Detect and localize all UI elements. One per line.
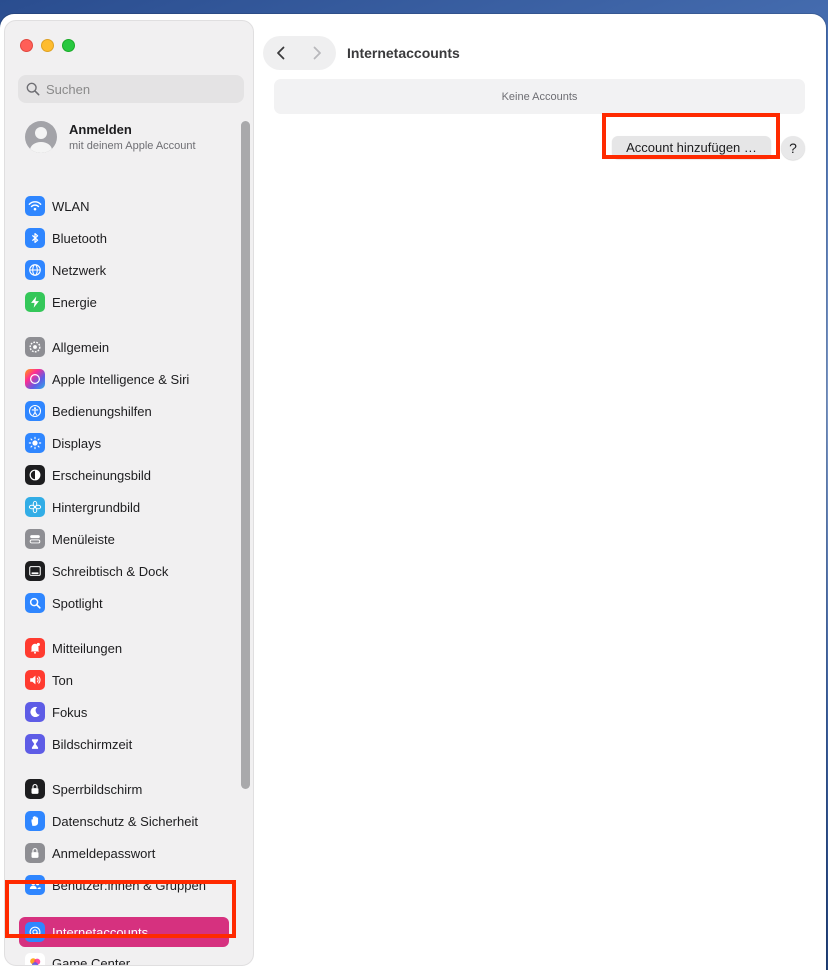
sun-icon xyxy=(25,433,45,453)
sidebar-item-bedienungshilfen[interactable]: Bedienungshilfen xyxy=(19,398,229,424)
chevron-right-icon xyxy=(313,46,321,60)
search-icon xyxy=(26,82,40,96)
sidebar-item-fokus[interactable]: Fokus xyxy=(19,699,229,725)
bell-icon xyxy=(25,638,45,658)
highlight-add-account xyxy=(602,113,780,159)
account-name: Anmelden xyxy=(69,122,132,137)
accessibility-icon xyxy=(25,401,45,421)
close-window-button[interactable] xyxy=(20,39,33,52)
sidebar-item-bluetooth[interactable]: Bluetooth xyxy=(19,225,229,251)
sidebar-item-hintergrundbild[interactable]: Hintergrundbild xyxy=(19,494,229,520)
forward-button[interactable] xyxy=(299,36,335,70)
back-button[interactable] xyxy=(263,36,299,70)
gear-icon xyxy=(25,337,45,357)
help-button[interactable]: ? xyxy=(781,136,805,160)
sidebar-item-mitteilungen[interactable]: Mitteilungen xyxy=(19,635,229,661)
sidebar-item-displays[interactable]: Displays xyxy=(19,430,229,456)
navigation-buttons xyxy=(263,36,336,70)
chevron-left-icon xyxy=(277,46,285,60)
gamecenter-icon xyxy=(25,953,45,965)
sidebar: Anmelden mit deinem Apple Account WLAN B… xyxy=(4,20,254,966)
speaker-icon xyxy=(25,670,45,690)
globe-icon xyxy=(25,260,45,280)
sidebar-item-netzwerk[interactable]: Netzwerk xyxy=(19,257,229,283)
highlight-internetaccounts xyxy=(5,880,236,938)
appearance-icon xyxy=(25,465,45,485)
avatar xyxy=(25,121,57,153)
minimize-window-button[interactable] xyxy=(41,39,54,52)
window-controls xyxy=(20,39,75,52)
apple-account-signin[interactable]: Anmelden mit deinem Apple Account xyxy=(25,121,196,153)
empty-state-text: Keine Accounts xyxy=(501,90,578,103)
magnifier-icon xyxy=(25,593,45,613)
menubar-icon xyxy=(25,529,45,549)
bluetooth-icon xyxy=(25,228,45,248)
flower-icon xyxy=(25,497,45,517)
dock-icon xyxy=(25,561,45,581)
sidebar-item-schreibtisch-dock[interactable]: Schreibtisch & Dock xyxy=(19,558,229,584)
sidebar-item-bildschirmzeit[interactable]: Bildschirmzeit xyxy=(19,731,229,757)
lock-icon xyxy=(25,843,45,863)
sidebar-item-game-center[interactable]: Game Center xyxy=(19,950,229,965)
sidebar-item-datenschutz-sicherheit[interactable]: Datenschutz & Sicherheit xyxy=(19,808,229,834)
hourglass-icon xyxy=(25,734,45,754)
lockscreen-icon xyxy=(25,779,45,799)
maximize-window-button[interactable] xyxy=(62,39,75,52)
account-subtitle: mit deinem Apple Account xyxy=(69,140,196,152)
sidebar-item-menueleiste[interactable]: Menüleiste xyxy=(19,526,229,552)
sidebar-item-apple-intelligence-siri[interactable]: Apple Intelligence & Siri xyxy=(19,366,229,392)
page-title: Internetaccounts xyxy=(347,45,460,61)
sidebar-item-sperrbildschirm[interactable]: Sperrbildschirm xyxy=(19,776,229,802)
sidebar-item-anmeldepasswort[interactable]: Anmeldepasswort xyxy=(19,840,229,866)
search-input[interactable] xyxy=(46,81,236,97)
sidebar-item-energie[interactable]: Energie xyxy=(19,289,229,315)
sidebar-item-erscheinungsbild[interactable]: Erscheinungsbild xyxy=(19,462,229,488)
search-field[interactable] xyxy=(18,75,244,103)
sidebar-item-spotlight[interactable]: Spotlight xyxy=(19,590,229,616)
accounts-list-empty: Keine Accounts xyxy=(274,79,805,114)
sidebar-scrollbar[interactable] xyxy=(241,121,250,789)
wifi-icon xyxy=(25,196,45,216)
sidebar-item-allgemein[interactable]: Allgemein xyxy=(19,334,229,360)
sidebar-item-ton[interactable]: Ton xyxy=(19,667,229,693)
bolt-icon xyxy=(25,292,45,312)
sidebar-item-wlan[interactable]: WLAN xyxy=(19,193,229,219)
moon-icon xyxy=(25,702,45,722)
hand-icon xyxy=(25,811,45,831)
siri-icon xyxy=(25,369,45,389)
